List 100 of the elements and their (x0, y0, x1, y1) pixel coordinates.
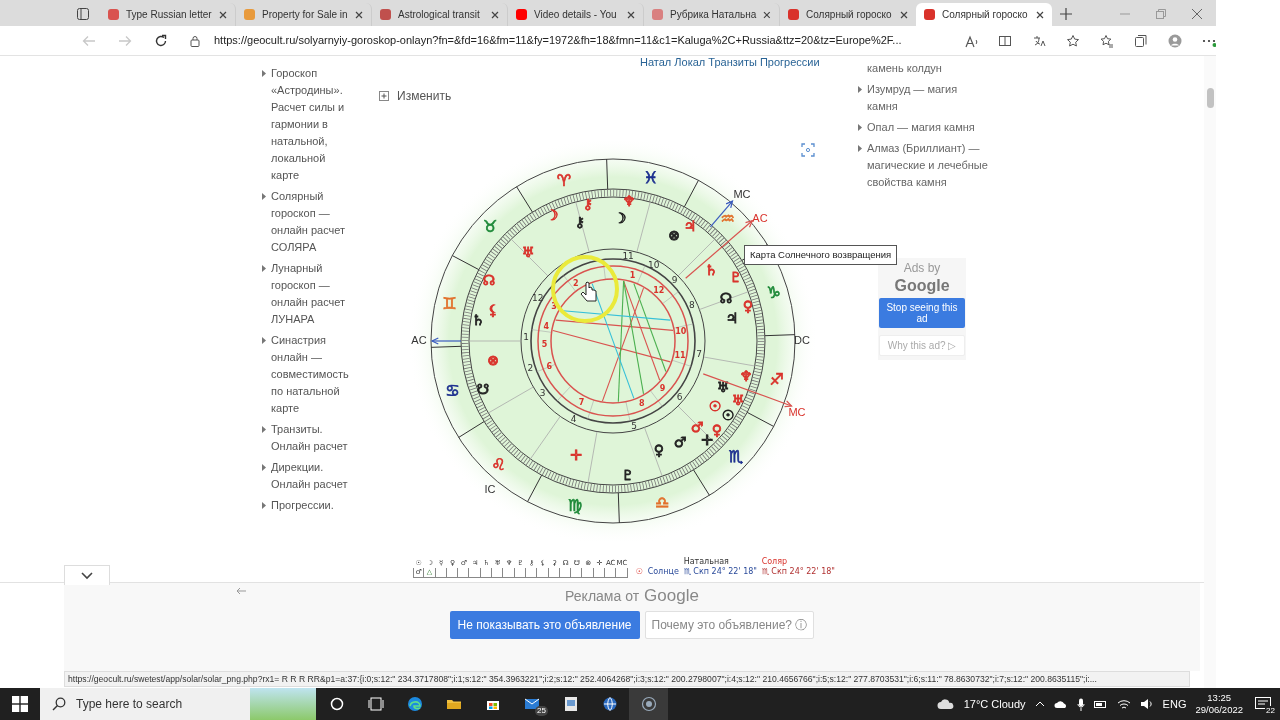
expand-box-icon[interactable] (379, 91, 389, 101)
menu-link[interactable]: Солярный гороскоп — онлайн расчет СОЛЯРА (271, 188, 353, 256)
house-number: 1 (629, 271, 636, 281)
column-header: Натальная (683, 557, 730, 567)
zodiac-sign: ♏ (728, 446, 744, 466)
planet-name: Солнце (647, 567, 680, 577)
planet-glyph: ☽ (545, 207, 559, 223)
add-favorite-icon[interactable] (1066, 33, 1080, 48)
focus-frame-icon[interactable] (801, 143, 815, 157)
menu-link[interactable]: Гороскоп «Астродины». Расчет силы и гармонии в натальной, локальной карте (271, 65, 353, 184)
close-icon[interactable] (1192, 9, 1202, 19)
planet-glyph: ♀ (653, 442, 665, 458)
tab-actions-icon[interactable] (76, 7, 90, 21)
close-icon[interactable] (219, 10, 227, 19)
cursor-highlight-ring (551, 255, 619, 323)
page-scrollbar[interactable] (1204, 56, 1216, 688)
planet-glyph: ♂ (690, 419, 704, 435)
new-tab-icon[interactable] (1060, 8, 1072, 20)
planet-glyph: ♀ (742, 298, 754, 314)
back-arrow-icon[interactable] (236, 587, 246, 595)
triangle-right-icon (262, 337, 266, 344)
start-icon[interactable] (12, 696, 28, 712)
planet-glyph: ⚷ (582, 196, 594, 212)
ad-brand: Google (644, 588, 699, 604)
profile-icon[interactable] (1168, 33, 1182, 48)
chart-type-links[interactable]: Натал Локал Транзиты Прогрессии (640, 56, 866, 69)
house-number: 2 (527, 363, 534, 374)
house-number: 6 (676, 392, 683, 403)
read-aloud-icon[interactable] (964, 33, 978, 48)
planet-glyph: ☋ (476, 381, 490, 397)
menu-link[interactable]: камень колдун (867, 60, 989, 77)
translate-icon[interactable] (1032, 33, 1046, 48)
triangle-right-icon (858, 124, 862, 131)
house-number: 10 (648, 259, 660, 270)
browser-tab[interactable]: Солярный гороско (916, 3, 1052, 26)
edit-link[interactable]: Изменить (397, 87, 452, 105)
chevron-up-icon[interactable] (1034, 701, 1045, 707)
planet-glyph: ☉ (721, 407, 735, 423)
menu-link[interactable]: Прогрессии. (271, 497, 353, 514)
house-number: 9 (671, 275, 678, 285)
microphone-icon[interactable] (1076, 697, 1085, 711)
language-indicator[interactable]: ENG (1162, 695, 1187, 713)
house-number: 7 (696, 348, 702, 359)
close-icon[interactable] (491, 10, 499, 19)
taskbar-clock[interactable]: 13:25 29/06/2022 (1195, 692, 1243, 716)
collapse-tab[interactable] (64, 565, 110, 585)
planet-glyph: ♂ (673, 434, 687, 450)
menu-link[interactable]: Дирекции. Онлайн расчет (271, 459, 353, 493)
stop-ad-button[interactable]: Stop seeing this ad (879, 298, 965, 328)
planet-glyph: ♃ (683, 218, 697, 234)
menu-link[interactable]: Опал — магия камня (867, 119, 989, 136)
position-value: ♏ Скп 24° 22' 18" (761, 567, 837, 577)
menu-link[interactable]: Алмаз (Бриллиант) — магические и лечебные свойства камня (867, 140, 989, 191)
planet-glyph: ☽ (613, 210, 627, 226)
battery-icon[interactable] (1093, 699, 1108, 709)
angle-arrow (430, 337, 462, 345)
onedrive-icon[interactable] (1053, 699, 1068, 709)
browser-tab[interactable]: Солярный гороско (780, 3, 916, 26)
close-icon[interactable] (1036, 10, 1044, 19)
house-number: 11 (622, 250, 634, 261)
close-icon[interactable] (900, 10, 908, 19)
cloud-icon[interactable] (936, 698, 955, 710)
why-ad-button[interactable]: Почему это объявление? ⓘ (644, 611, 815, 639)
collections-icon[interactable] (1134, 33, 1148, 48)
house-number: 8 (689, 299, 695, 310)
speaker-icon[interactable] (1139, 698, 1154, 710)
notification-count: 22 (1265, 706, 1276, 715)
scrollbar-thumb[interactable] (1206, 88, 1214, 108)
taskbar-app[interactable]: 25 (512, 688, 551, 720)
close-icon[interactable] (355, 10, 363, 19)
favorites-icon[interactable] (1100, 33, 1114, 48)
hand-cursor-icon (580, 281, 597, 302)
wifi-icon[interactable] (1116, 698, 1131, 710)
search-label: Type here to search (76, 696, 183, 713)
house-number: 6 (546, 362, 553, 372)
menu-link[interactable]: Изумруд — магия камня (867, 81, 989, 115)
reader-view-icon[interactable] (998, 33, 1012, 48)
angle-label: MC (788, 406, 806, 418)
status-url-text: https://geocult.ru/swetest/app/solar/solar_png.php?rx1= R R R RR&p1=a:37:{i:0;s:12:" 234.3717808";i:1;s:12:" 354.3963221";i:2;s:12:" 252.4064268";i:3;s:12:" 200.2798007";i:4;s:12:" 210.4656766";i:5;s:12:" 277.8703531";i:6;s:11:" 78.8630732";i:7;s:12:" 200.8635115";i:... (64, 671, 1190, 687)
house-number: 4 (570, 414, 577, 424)
chevron-down-icon (81, 571, 93, 580)
angle-label: AC (752, 212, 768, 224)
menu-link[interactable]: Лунарный гороскоп — онлайн расчет ЛУНАРА (271, 260, 353, 328)
close-icon[interactable] (763, 10, 771, 19)
hide-ad-button[interactable]: Не показывать это объявление (449, 611, 640, 639)
weather-text[interactable]: 17°C Cloudy (963, 695, 1026, 713)
zodiac-sign: ♋ (445, 381, 460, 401)
menu-link[interactable]: Транзиты. Онлайн расчет (271, 421, 353, 455)
position-value: ♏ Скп 24° 22' 18" (683, 567, 759, 577)
address-bar[interactable]: https://geocult.ru/solyarnyiy-goroskop-onlayn?fn=&fd=16&fm=11&fy=1972&fh=18&fmn=11&c1=Kaluga%2C+Russia&ttz=20&tz=Europe%2F... (182, 28, 952, 53)
close-icon[interactable] (627, 10, 635, 19)
cortana-icon (328, 696, 345, 712)
triangle-right-icon (262, 193, 266, 200)
angle-label: IC (484, 483, 496, 495)
house-number: 3 (539, 387, 546, 398)
angle-label: DC (794, 334, 810, 346)
menu-link[interactable]: Синастрия онлайн — совместимость по натальной карте (271, 332, 353, 417)
refresh-icon[interactable] (154, 33, 168, 48)
planet-glyph: ⊗ (487, 352, 499, 368)
taskbar-search[interactable]: Type here to search (40, 688, 316, 720)
